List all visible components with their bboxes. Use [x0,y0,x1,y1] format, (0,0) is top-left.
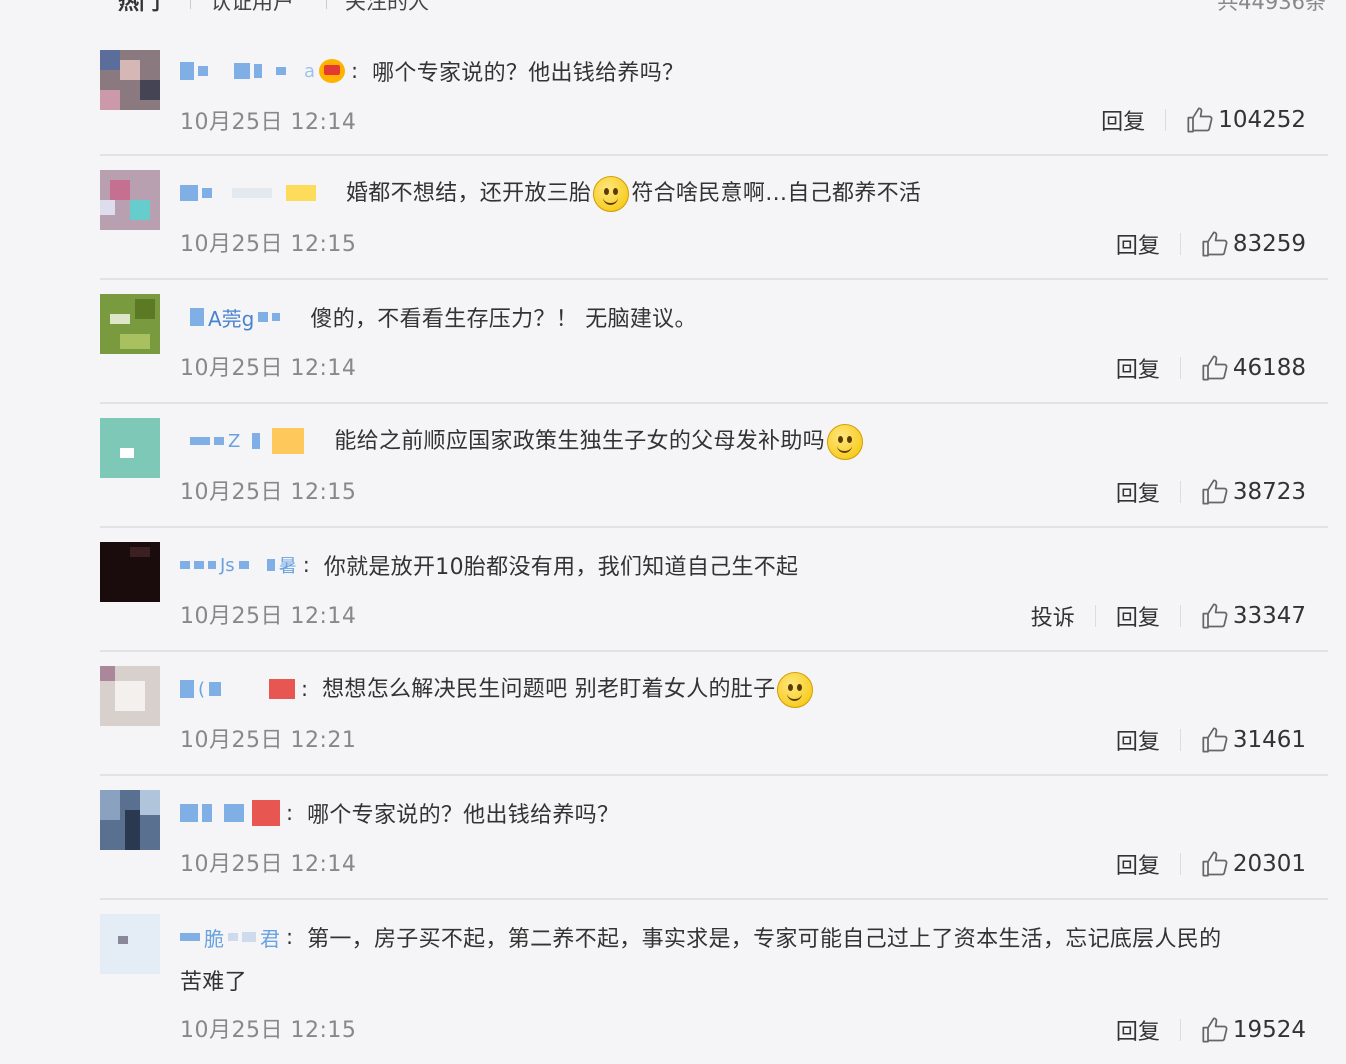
username[interactable]: A莞g [180,304,281,331]
reply-button[interactable]: 回复 [1116,1014,1160,1046]
action-divider [1165,109,1167,131]
comment-item: 婚都不想结，还开放三胎 符合啥民意啊…自己都养不活 10月25日 12:15 回复… [100,170,1328,280]
avatar[interactable] [100,294,160,354]
avatar[interactable] [100,418,160,478]
thumbs-up-icon [1202,727,1228,753]
comment-date: 10月25日 12:15 [180,480,357,505]
comment-text: 哪个专家说的？他出钱给养吗？ [307,803,620,828]
username[interactable] [180,800,280,826]
username[interactable] [180,180,316,206]
action-divider [1094,605,1096,627]
like-button[interactable]: 83259 [1201,230,1306,258]
comment-date: 10月25日 12:21 [180,728,357,753]
like-button[interactable]: 31461 [1201,726,1306,754]
reply-button[interactable]: 回复 [1116,228,1160,260]
action-divider [1179,357,1181,379]
tab-divider [190,0,191,9]
thinking-emoji-icon [777,671,814,708]
thumbs-up-icon [1202,1017,1228,1043]
action-divider [1179,1019,1181,1041]
comment-item: ( : 想想怎么解决民生问题吧 别老盯着女人的肚子 10月25日 12:21 回… [100,666,1328,776]
comment-filter-bar: 热门 认证用户 关注的人 共44936条 [0,0,1346,16]
like-count: 104252 [1218,107,1306,133]
like-count: 19524 [1232,1017,1306,1043]
like-count: 31461 [1232,727,1306,753]
comment-text: 婚都不想结，还开放三胎 符合啥民意啊…自己都养不活 [346,175,921,212]
tab-following[interactable]: 关注的人 [345,0,429,16]
avatar[interactable] [100,914,160,974]
reply-button[interactable]: 回复 [1116,724,1160,756]
avatar[interactable] [100,542,160,602]
thumbs-up-icon [1202,355,1228,381]
username[interactable]: ( [180,676,296,702]
action-divider [1179,605,1181,627]
username[interactable]: Z [180,428,305,454]
comment-date: 10月25日 12:15 [180,1018,357,1043]
like-button[interactable]: 38723 [1201,478,1306,506]
avatar[interactable] [100,790,160,850]
like-count: 46188 [1232,355,1306,381]
comment-item: : 哪个专家说的？他出钱给养吗？ 10月25日 12:14 回复 20301 [100,790,1328,900]
thumbs-up-icon [1202,851,1228,877]
thumbs-up-icon [1202,603,1228,629]
comment-text: 哪个专家说的？他出钱给养吗？ [372,61,685,86]
reply-button[interactable]: 回复 [1116,476,1160,508]
username[interactable]: a [180,58,346,84]
comment-date: 10月25日 12:14 [180,110,357,135]
comment-text: 能给之前顺应国家政策生独生子女的父母发补助吗 [334,423,865,460]
reply-button[interactable]: 回复 [1116,600,1160,632]
avatar[interactable] [100,666,160,726]
comment-item: Z 能给之前顺应国家政策生独生子女的父母发补助吗 10月25日 12:15 回复… [100,418,1328,528]
like-button[interactable]: 46188 [1201,354,1306,382]
action-divider [1179,853,1181,875]
comment-text: 第一，房子买不起，第二养不起，事实求是，专家可能自己过上了资本生活，忘记底层人民… [307,927,1222,952]
comment-date: 10月25日 12:14 [180,852,357,877]
comment-item: a : 哪个专家说的？他出钱给养吗？ 10月25日 12:14 回复 10425… [100,50,1328,156]
avatar[interactable] [100,50,160,110]
comment-item: Js 暑 : 你就是放开10胎都没有用，我们知道自己生不起 10月25日 12:1… [100,542,1328,652]
like-count: 20301 [1232,851,1306,877]
comment-item: A莞g 傻的，不看看生存压力？！ 无脑建议。 10月25日 12:14 回复 4… [100,294,1328,404]
vip-crown-icon [319,59,346,83]
like-count: 83259 [1232,231,1306,257]
action-divider [1179,233,1181,255]
username[interactable]: Js 暑 [180,552,297,578]
avatar[interactable] [100,170,160,230]
comment-text: 你就是放开10胎都没有用，我们知道自己生不起 [323,555,799,580]
like-button[interactable]: 19524 [1201,1016,1306,1044]
action-divider [1179,481,1181,503]
comment-date: 10月25日 12:14 [180,356,357,381]
laughing-crying-emoji-icon [593,175,630,212]
like-button[interactable]: 20301 [1201,850,1306,878]
total-comment-count: 共44936条 [1217,0,1326,14]
thumbs-up-icon [1187,107,1213,133]
like-count: 38723 [1232,479,1306,505]
comment-item: 脆君 : 第一，房子买不起，第二养不起，事实求是，专家可能自己过上了资本生活，忘… [100,914,1328,1064]
report-button[interactable]: 投诉 [1031,600,1075,632]
thumbs-up-icon [1202,231,1228,257]
tab-divider [326,0,327,9]
comment-date: 10月25日 12:14 [180,604,357,629]
smile-emoji-icon [826,423,863,460]
like-button[interactable]: 104252 [1186,106,1306,134]
comment-text: 想想怎么解决民生问题吧 别老盯着女人的肚子 [322,671,815,708]
like-button[interactable]: 33347 [1201,602,1306,630]
comment-date: 10月25日 12:15 [180,232,357,257]
tab-verified-users[interactable]: 认证用户 [210,0,294,16]
action-divider [1179,729,1181,751]
comment-text: 傻的，不看看生存压力？！ 无脑建议。 [310,307,697,332]
reply-button[interactable]: 回复 [1116,848,1160,880]
reply-button[interactable]: 回复 [1101,104,1145,136]
thumbs-up-icon [1202,479,1228,505]
like-count: 33347 [1232,603,1306,629]
username[interactable]: 脆君 [180,924,280,951]
comment-text-continued: 苦难了 [180,970,247,995]
reply-button[interactable]: 回复 [1116,352,1160,384]
tab-hot[interactable]: 热门 [118,0,160,16]
